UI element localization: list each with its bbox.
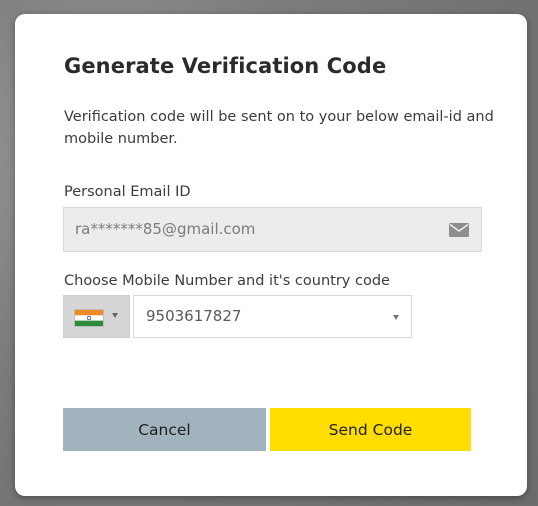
mobile-number-select[interactable]: 9503617827 — [133, 295, 412, 338]
email-label: Personal Email ID — [64, 184, 191, 200]
india-flag-icon — [74, 309, 104, 327]
mobile-label: Choose Mobile Number and it's country co… — [64, 273, 390, 289]
mobile-number-value: 9503617827 — [146, 307, 242, 325]
dialog-description: Verification code will be sent on to you… — [64, 109, 494, 147]
verification-dialog: Generate Verification Code Verification … — [15, 14, 527, 496]
email-field[interactable]: ra*******85@gmail.com — [63, 207, 482, 252]
dialog-title: Generate Verification Code — [64, 54, 387, 78]
envelope-icon — [449, 223, 469, 237]
cancel-button[interactable]: Cancel — [63, 408, 266, 451]
country-code-select[interactable] — [63, 295, 130, 338]
chevron-down-icon — [393, 315, 399, 320]
send-code-button[interactable]: Send Code — [270, 408, 471, 451]
email-value: ra*******85@gmail.com — [75, 220, 256, 238]
chevron-down-icon — [112, 313, 118, 318]
